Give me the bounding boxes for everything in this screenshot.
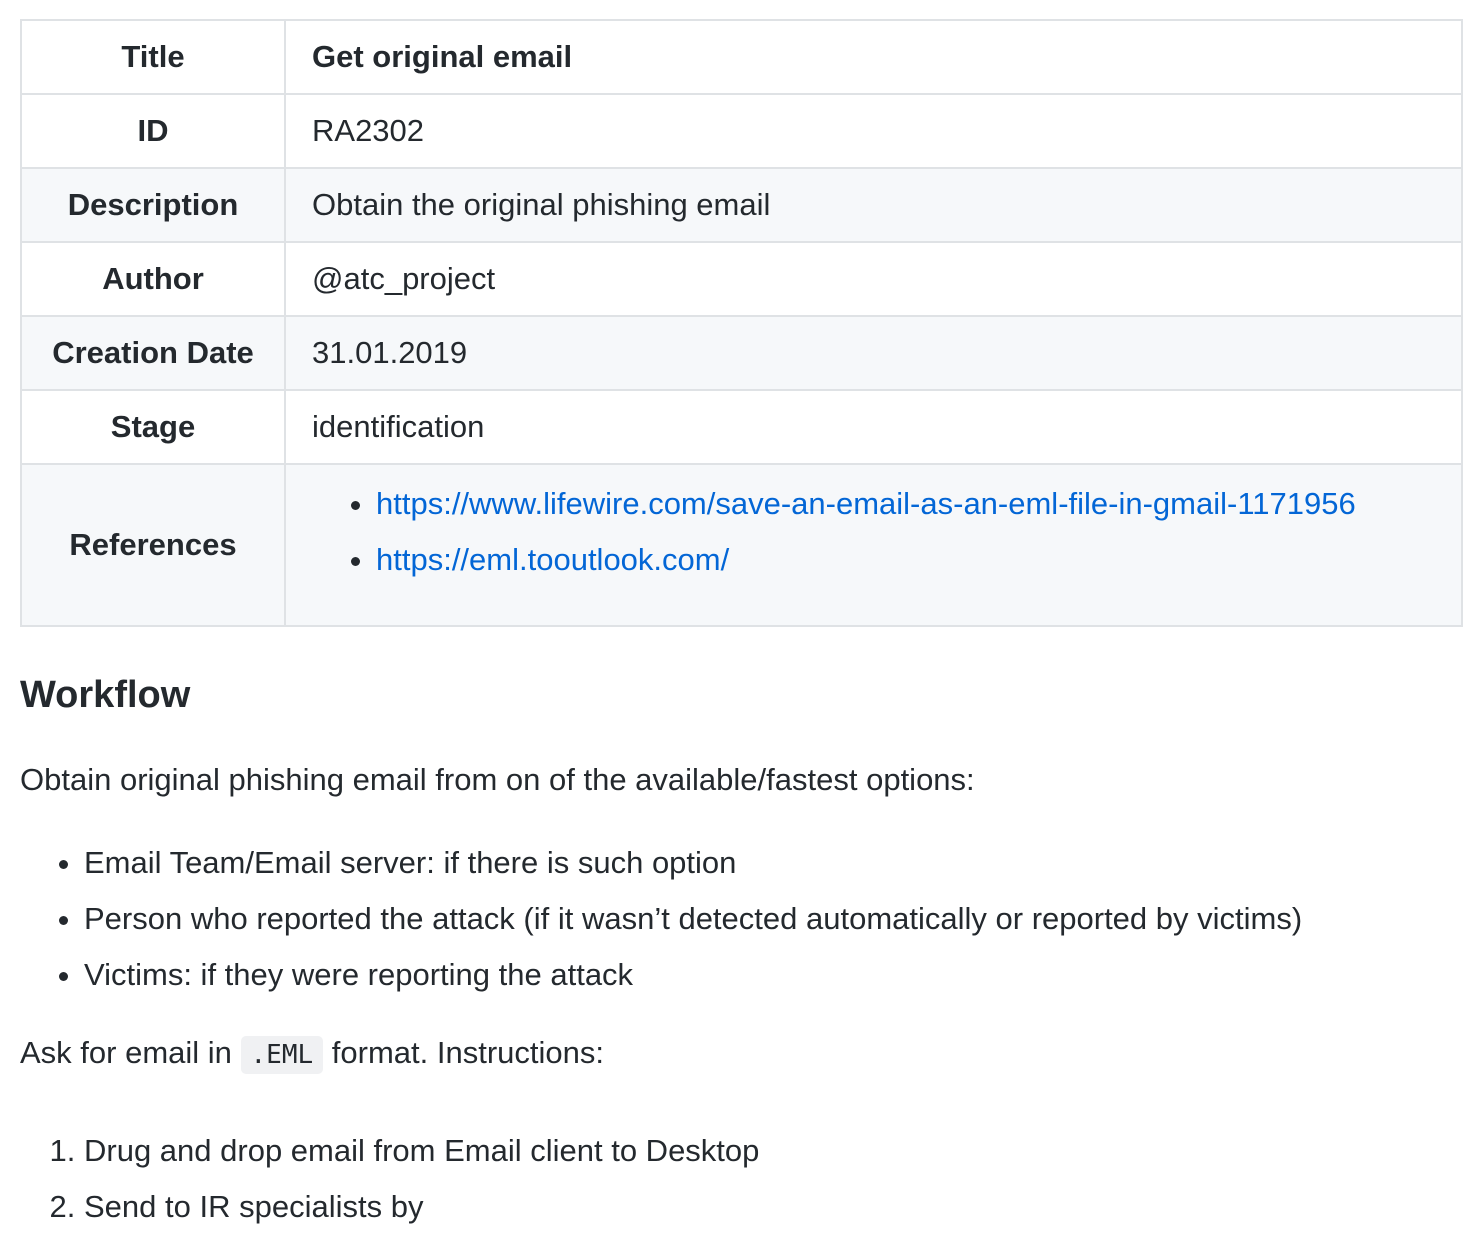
eml-instruction-prefix: Ask for email in — [20, 1035, 232, 1070]
description-value: Obtain the original phishing email — [284, 167, 1463, 243]
metadata-table: Title Get original email ID RA2302 Descr… — [20, 19, 1463, 627]
title-value: Get original email — [284, 19, 1463, 95]
workflow-heading: Workflow — [20, 674, 191, 716]
stage-value: identification — [284, 389, 1463, 465]
id-value: RA2302 — [284, 93, 1463, 169]
table-row-references: References https://www.lifewire.com/save… — [20, 463, 1463, 627]
options-list: Email Team/Email server: if there is suc… — [20, 835, 1302, 1003]
author-value: @atc_project — [284, 241, 1463, 317]
author-key: Author — [20, 241, 286, 317]
references-key: References — [20, 463, 286, 627]
title-key: Title — [20, 19, 286, 95]
references-value: https://www.lifewire.com/save-an-email-a… — [284, 463, 1463, 627]
creation-date-key: Creation Date — [20, 315, 286, 391]
list-item: Send to IR specialists by — [84, 1179, 759, 1235]
response-action-page: Title Get original email ID RA2302 Descr… — [20, 19, 1463, 1224]
list-item: https://www.lifewire.com/save-an-email-a… — [376, 476, 1435, 532]
stage-key: Stage — [20, 389, 286, 465]
references-list: https://www.lifewire.com/save-an-email-a… — [312, 476, 1435, 588]
reference-link-lifewire[interactable]: https://www.lifewire.com/save-an-email-a… — [376, 486, 1356, 521]
list-item: https://eml.tooutlook.com/ — [376, 532, 1435, 588]
reference-link-eml-tooutlook[interactable]: https://eml.tooutlook.com/ — [376, 542, 729, 577]
table-row-description: Description Obtain the original phishing… — [20, 167, 1463, 243]
description-key: Description — [20, 167, 286, 243]
list-item: Person who reported the attack (if it wa… — [84, 891, 1302, 947]
table-row-author: Author @atc_project — [20, 241, 1463, 317]
eml-format-code: .EML — [240, 1036, 324, 1074]
workflow-intro: Obtain original phishing email from on o… — [20, 762, 975, 797]
table-row-creation-date: Creation Date 31.01.2019 — [20, 315, 1463, 391]
instruction-steps: Drug and drop email from Email client to… — [20, 1123, 759, 1235]
list-item: Victims: if they were reporting the atta… — [84, 947, 1302, 1003]
table-row-stage: Stage identification — [20, 389, 1463, 465]
table-row-id: ID RA2302 — [20, 93, 1463, 169]
id-key: ID — [20, 93, 286, 169]
list-item: Email Team/Email server: if there is suc… — [84, 835, 1302, 891]
eml-instruction-suffix: format. Instructions: — [331, 1035, 604, 1070]
creation-date-value: 31.01.2019 — [284, 315, 1463, 391]
list-item: Drug and drop email from Email client to… — [84, 1123, 759, 1179]
table-row-title: Title Get original email — [20, 19, 1463, 95]
eml-instruction: Ask for email in .EML format. Instructio… — [20, 1033, 604, 1075]
